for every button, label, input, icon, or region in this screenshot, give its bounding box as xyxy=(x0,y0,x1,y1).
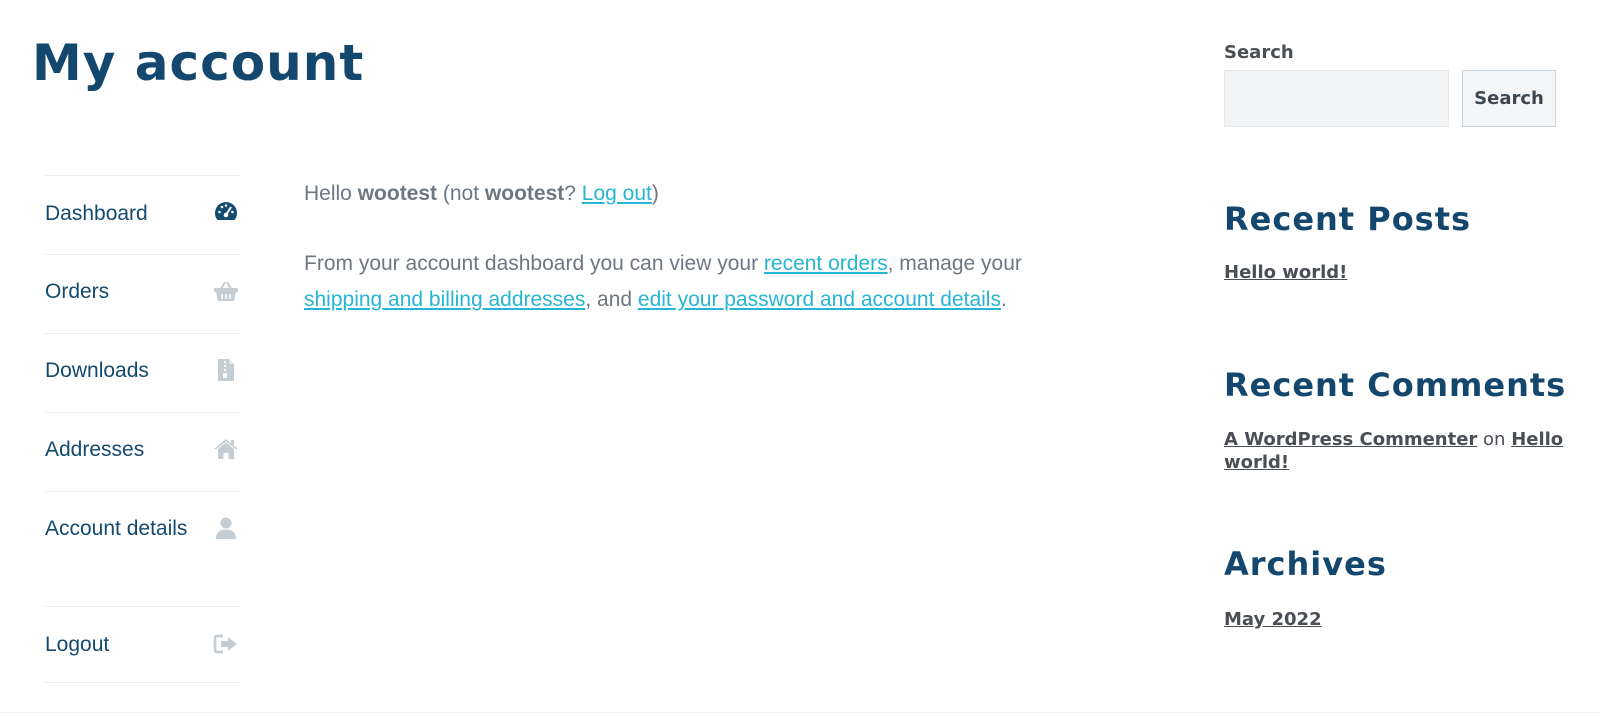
comment-author-link[interactable]: A WordPress Commenter xyxy=(1224,429,1477,450)
intro-part: , and xyxy=(585,288,638,311)
nav-item-label: Orders xyxy=(45,280,110,303)
nav-item-downloads[interactable]: Downloads xyxy=(45,333,240,412)
footer-divider xyxy=(0,712,1600,713)
account-details-link[interactable]: edit your password and account details xyxy=(638,288,1001,311)
archives-title: Archives xyxy=(1224,545,1387,583)
intro-part: , manage your xyxy=(887,252,1022,275)
username: wootest xyxy=(484,182,565,205)
recent-orders-link[interactable]: recent orders xyxy=(764,252,888,275)
nav-item-label: Logout xyxy=(45,633,110,656)
nav-item-logout[interactable]: Logout xyxy=(45,606,240,683)
archives-list: May 2022 xyxy=(1224,609,1564,632)
recent-comments-title: Recent Comments xyxy=(1224,366,1567,404)
search-input[interactable] xyxy=(1224,70,1449,127)
sign-out-icon xyxy=(212,630,240,658)
recent-posts-list: Hello world! xyxy=(1224,262,1564,285)
greeting-not: (not xyxy=(437,182,485,205)
comment-on-text: on xyxy=(1477,429,1512,450)
intro-text: From your account dashboard you can view… xyxy=(304,246,1104,318)
greeting-text: Hello wootest (not wootest? Log out) xyxy=(304,176,1104,212)
account-navigation: Dashboard Orders Downloads Addresses Acc… xyxy=(45,175,240,683)
greeting-hello: Hello xyxy=(304,182,358,205)
nav-item-orders[interactable]: Orders xyxy=(45,254,240,333)
nav-item-label: Addresses xyxy=(45,438,145,461)
greeting-question: ? xyxy=(564,182,582,205)
addresses-link[interactable]: shipping and billing addresses xyxy=(304,288,585,311)
basket-icon xyxy=(212,277,240,305)
nav-item-label: Dashboard xyxy=(45,202,148,225)
logout-link[interactable]: Log out xyxy=(582,182,652,205)
intro-part: . xyxy=(1000,288,1007,311)
dashboard-content: Hello wootest (not wootest? Log out) Fro… xyxy=(304,176,1104,318)
search-label: Search xyxy=(1224,42,1294,63)
nav-item-label: Downloads xyxy=(45,359,149,382)
recent-post-link[interactable]: Hello world! xyxy=(1224,262,1347,283)
dashboard-icon xyxy=(212,197,240,225)
intro-part: From your account dashboard you can view… xyxy=(304,252,764,275)
greeting-close: ) xyxy=(651,182,659,205)
archive-link[interactable]: May 2022 xyxy=(1224,609,1322,630)
page-title: My account xyxy=(32,34,365,92)
nav-item-label: Account details xyxy=(45,517,188,540)
nav-item-dashboard[interactable]: Dashboard xyxy=(45,175,240,254)
nav-item-addresses[interactable]: Addresses xyxy=(45,412,240,491)
username: wootest xyxy=(357,182,438,205)
file-icon xyxy=(212,356,240,384)
nav-item-account-details[interactable]: Account details xyxy=(45,491,240,606)
recent-comment-item: A WordPress Commenter on Hello world! xyxy=(1224,429,1564,475)
recent-posts-title: Recent Posts xyxy=(1224,200,1472,238)
user-icon xyxy=(212,514,240,542)
search-button[interactable]: Search xyxy=(1462,70,1556,127)
home-icon xyxy=(212,435,240,463)
